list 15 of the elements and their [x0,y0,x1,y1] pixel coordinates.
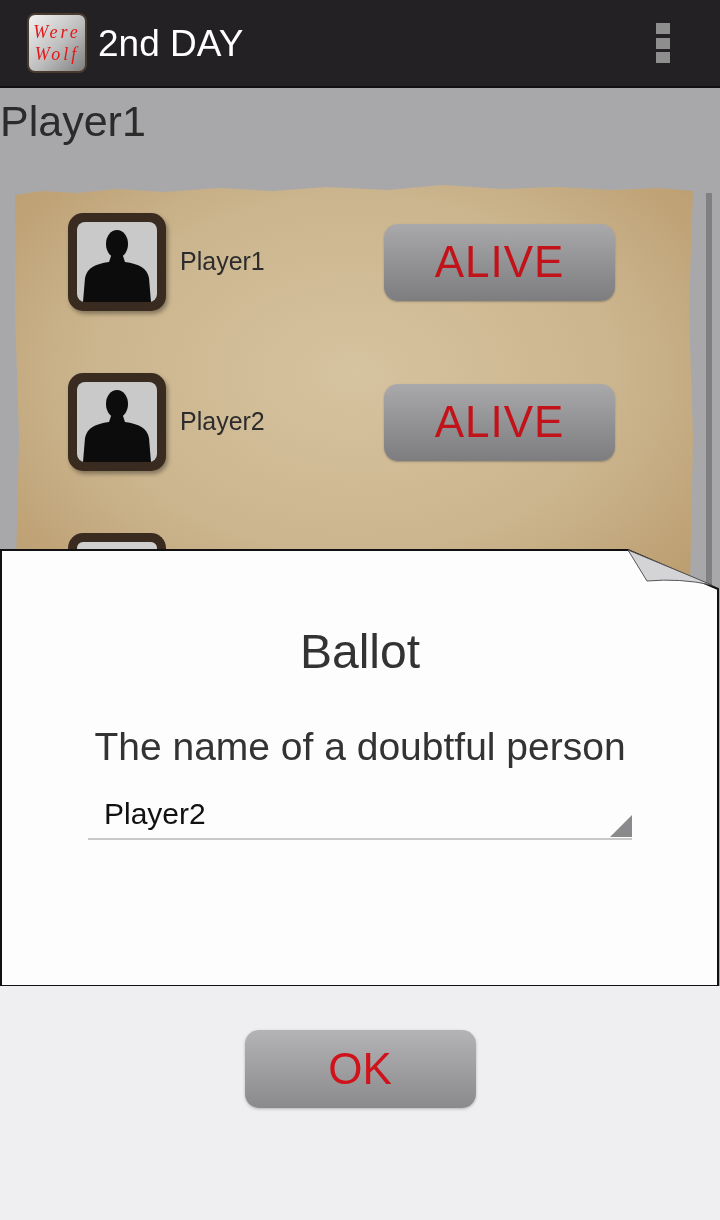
app-logo: Were Wolf [27,13,87,73]
field-label: The name of a doubtful person [94,724,626,770]
alive-button[interactable]: ALIVE [384,383,615,461]
overflow-menu-icon[interactable] [656,23,670,63]
player-name: Player2 [180,406,265,438]
player-heading: Player1 [0,96,146,147]
avatar-icon [68,213,166,311]
avatar-icon [68,373,166,471]
app-title: 2nd DAY [98,24,244,62]
ok-button[interactable]: OK [244,1030,476,1108]
dropdown-field[interactable]: Player2 [88,790,632,840]
player-name: Player1 [180,246,265,278]
dialog-title: Ballot [299,624,421,680]
alive-button[interactable]: ALIVE [384,223,615,301]
dropdown-triangle-icon [610,815,632,837]
